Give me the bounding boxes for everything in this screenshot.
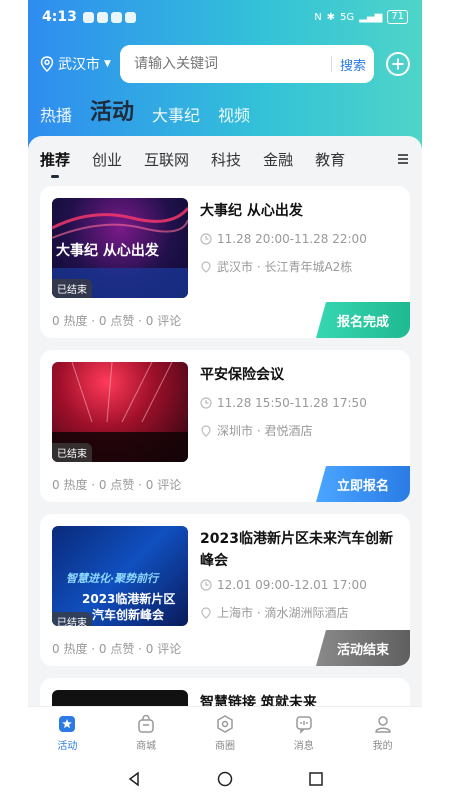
nav-label: 商圈: [214, 740, 235, 752]
ended-badge: 已结束: [52, 279, 92, 298]
ended-badge: 已结束: [52, 612, 92, 626]
activity-star-icon: [59, 715, 76, 732]
user-icon: [374, 715, 391, 733]
city-name: 武汉市: [58, 57, 100, 73]
nfc-icon: N: [314, 11, 322, 23]
add-icon[interactable]: [386, 52, 410, 76]
event-time: 11.28 15:50-11.28 17:50: [200, 396, 367, 410]
event-location-text: 上海市 · 滴水湖洲际酒店: [217, 606, 349, 620]
thumbnail-title-line1: 2023临港新片区: [82, 592, 176, 606]
notification-icon: [124, 11, 136, 23]
location-pin-icon: [40, 56, 54, 72]
event-location: 武汉市 · 长江青年城A2栋: [200, 258, 352, 275]
nav-messages[interactable]: 消息: [274, 714, 334, 752]
event-title: 平安保险会议: [200, 367, 284, 383]
clock-icon: [200, 579, 212, 591]
bluetooth-icon: ✱: [326, 11, 336, 23]
thumbnail-slogan: 智慧进化·聚势前行: [66, 572, 159, 585]
category-finance[interactable]: 金融: [263, 149, 293, 170]
notification-icon: [96, 11, 108, 23]
nav-label: 活动: [57, 740, 78, 752]
event-stats: 0 热度 · 0 点赞 · 0 评论: [52, 642, 182, 656]
message-icon: [296, 715, 312, 734]
home-icon[interactable]: [217, 771, 233, 787]
menu-icon[interactable]: [398, 154, 408, 164]
nav-activity[interactable]: 活动: [37, 714, 97, 752]
hexagon-icon: [217, 714, 233, 733]
search-box: 搜索: [120, 45, 374, 83]
shopping-bag-icon: [138, 714, 154, 733]
battery-icon: 71: [387, 10, 408, 24]
main-tabs: 热播 活动 大事纪 视频: [40, 94, 250, 126]
phone-screen: 4:13 N ✱ 5G ▂▄▆ 71 武汉市 ▼ 搜索: [28, 0, 422, 800]
event-card[interactable]: 大事纪 从心出发 已结束 大事纪 从心出发 11.28 20:00-11.28 …: [40, 186, 410, 338]
event-title: 大事纪 从心出发: [200, 203, 303, 219]
event-stats: 0 热度 · 0 点赞 · 0 评论: [52, 314, 182, 328]
chevron-down-icon: ▼: [104, 59, 111, 69]
clock-icon: [200, 233, 212, 245]
nav-business-circle[interactable]: 商圈: [195, 714, 255, 752]
network-label: 5G: [340, 11, 355, 23]
tab-video[interactable]: 视频: [218, 102, 250, 126]
search-input[interactable]: [134, 56, 323, 72]
clock-icon: [200, 397, 212, 409]
event-location: 深圳市 · 君悦酒店: [200, 422, 312, 439]
nav-label: 消息: [293, 740, 314, 752]
tab-events-record[interactable]: 大事纪: [152, 102, 200, 126]
event-ended-button[interactable]: 活动结束: [316, 630, 410, 666]
register-now-button[interactable]: 立即报名: [316, 466, 410, 502]
status-right: N ✱ 5G ▂▄▆ 71: [314, 10, 408, 24]
event-thumbnail: 智慧进化·聚势前行 2023临港新片区 汽车创新峰会 已结束: [52, 526, 188, 626]
category-education[interactable]: 教育: [315, 149, 345, 170]
notification-icon: [110, 11, 122, 23]
ended-badge: 已结束: [52, 443, 92, 462]
bottom-nav: 活动 商城 商圈 消息 我的: [28, 706, 422, 758]
tab-activity[interactable]: 活动: [90, 94, 134, 126]
signal-icon: ▂▄▆: [359, 11, 383, 23]
status-time: 4:13: [42, 9, 77, 25]
category-tech[interactable]: 科技: [211, 149, 241, 170]
category-internet[interactable]: 互联网: [144, 149, 189, 170]
location-icon: [201, 260, 211, 273]
status-bar: 4:13 N ✱ 5G ▂▄▆ 71: [28, 0, 422, 34]
category-tabs: 推荐 创业 互联网 科技 金融 教育: [40, 146, 410, 172]
event-card[interactable]: 已结束 平安保险会议 11.28 15:50-11.28 17:50 深圳市 ·…: [40, 350, 410, 502]
content-sheet: 推荐 创业 互联网 科技 金融 教育 大事纪 从心出发 已结束 大事纪 从心出发: [28, 136, 422, 800]
event-card[interactable]: 智慧进化·聚势前行 2023临港新片区 汽车创新峰会 已结束 2023临港新片区…: [40, 514, 410, 666]
event-thumbnail: 已结束: [52, 362, 188, 462]
location-icon: [201, 424, 211, 437]
event-time-text: 11.28 15:50-11.28 17:50: [217, 396, 367, 410]
back-icon[interactable]: [126, 771, 142, 787]
notification-icons: [82, 11, 136, 23]
notification-icon: [82, 11, 94, 23]
event-time-text: 11.28 20:00-11.28 22:00: [217, 232, 367, 246]
event-thumbnail: 大事纪 从心出发 已结束: [52, 198, 188, 298]
thumbnail-title-line2: 汽车创新峰会: [92, 608, 165, 622]
city-selector[interactable]: 武汉市 ▼: [40, 54, 120, 74]
event-location-text: 深圳市 · 君悦酒店: [217, 424, 313, 438]
nav-profile[interactable]: 我的: [353, 714, 413, 752]
event-location: 上海市 · 滴水湖洲际酒店: [200, 604, 348, 621]
event-location-text: 武汉市 · 长江青年城A2栋: [217, 260, 353, 274]
nav-mall[interactable]: 商城: [116, 714, 176, 752]
search-row: 武汉市 ▼ 搜索: [28, 44, 422, 84]
recents-icon[interactable]: [308, 771, 324, 787]
nav-label: 我的: [372, 740, 393, 752]
event-title: 2023临港新片区未来汽车创新峰会: [200, 531, 393, 569]
event-time: 12.01 09:00-12.01 17:00: [200, 578, 367, 592]
event-time-text: 12.01 09:00-12.01 17:00: [217, 578, 367, 592]
location-icon: [201, 606, 211, 619]
search-button[interactable]: 搜索: [340, 55, 366, 74]
search-divider: [330, 56, 332, 72]
registered-button[interactable]: 报名完成: [316, 302, 410, 338]
category-recommend[interactable]: 推荐: [40, 149, 70, 170]
category-startup[interactable]: 创业: [92, 149, 122, 170]
event-stats: 0 热度 · 0 点赞 · 0 评论: [52, 478, 182, 492]
thumbnail-caption: 大事纪 从心出发: [56, 243, 159, 259]
nav-label: 商城: [136, 740, 157, 752]
system-nav-bar: [28, 758, 422, 800]
tab-hot[interactable]: 热播: [40, 102, 72, 126]
event-time: 11.28 20:00-11.28 22:00: [200, 232, 367, 246]
